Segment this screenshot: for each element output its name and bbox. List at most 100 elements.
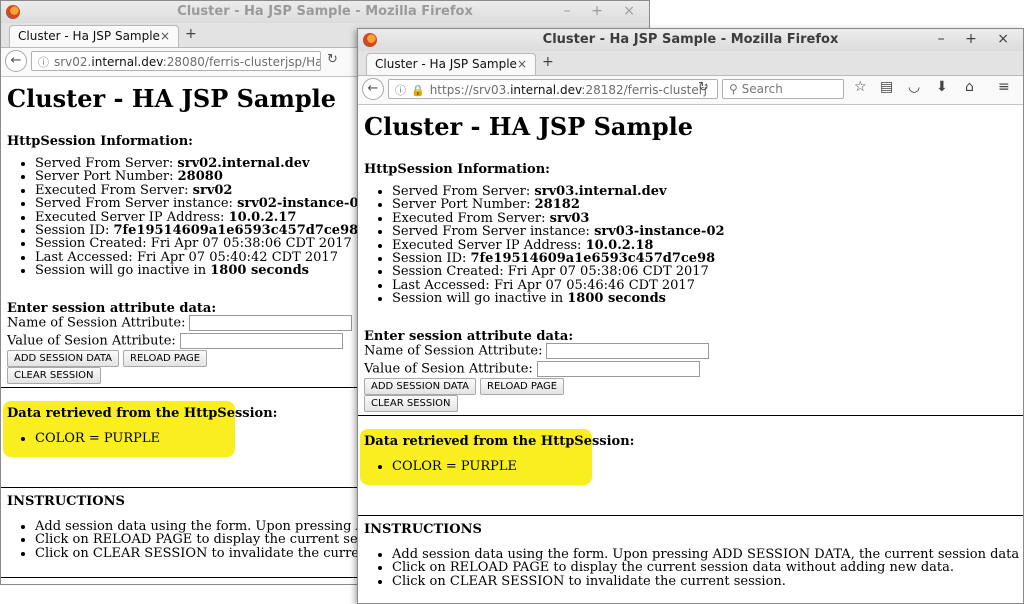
reload-icon[interactable]: ↻ (698, 80, 709, 95)
name-row: Name of Session Attribute: (364, 343, 710, 359)
back-icon[interactable]: ← (362, 78, 384, 100)
bookmark-star-icon[interactable]: ☆ (854, 79, 867, 95)
name-row: Name of Session Attribute: (7, 315, 353, 331)
home-icon[interactable]: ⌂ (965, 79, 974, 95)
info-icon: ⓘ (395, 84, 406, 97)
info-served-from: Served From Server: srv03.internal.dev (392, 185, 725, 198)
retrieved-list: COLOR = PURPLE (7, 432, 160, 446)
tab-cluster-sample[interactable]: Cluster - Ha JSP Sample × (366, 53, 536, 75)
tab-close-icon[interactable]: × (160, 29, 170, 43)
url-prefix: https://srv03. (429, 83, 511, 97)
tab-label: Cluster - Ha JSP Sample (18, 29, 160, 43)
url-rest: :28080/ferris-clusterjsp/HaJs (162, 55, 321, 69)
info-created: Session Created: Fri Apr 07 05:38:06 CDT… (35, 237, 368, 250)
attribute-name-input[interactable] (546, 343, 710, 359)
attribute-value-input[interactable] (536, 361, 700, 377)
reload-icon[interactable]: ↻ (327, 52, 338, 67)
info-ip: Executed Server IP Address: 10.0.2.17 (35, 210, 368, 224)
window-titlebar[interactable]: Cluster - Ha JSP Sample - Mozilla Firefo… (1, 1, 649, 23)
add-session-data-button[interactable]: ADD SESSION DATA (7, 350, 120, 368)
clear-row: CLEAR SESSION (364, 395, 462, 413)
url-prefix: srv02. (54, 55, 92, 69)
info-created: Session Created: Fri Apr 07 05:38:06 CDT… (392, 265, 725, 278)
retrieved-heading: Data retrieved from the HttpSession: (7, 406, 278, 421)
info-session-id: Session ID: 7fe19514609a1e6593c457d7ce98 (392, 252, 725, 265)
instructions-heading: INSTRUCTIONS (7, 494, 125, 509)
search-placeholder: Search (741, 82, 783, 96)
retrieved-heading: Data retrieved from the HttpSession: (364, 434, 635, 449)
download-icon[interactable]: ⬇ (936, 79, 948, 95)
value-label: Value of Sesion Attribute: (7, 333, 176, 349)
name-label: Name of Session Attribute: (364, 343, 543, 359)
info-executed-from: Executed From Server: srv02 (35, 184, 368, 197)
instructions-list: Add session data using the form. Upon pr… (364, 548, 1023, 589)
value-row: Value of Sesion Attribute: (7, 333, 343, 349)
session-info-list: Served From Server: srv03.internal.dev S… (364, 185, 725, 306)
instructions-heading: INSTRUCTIONS (364, 522, 482, 537)
divider (358, 415, 1023, 416)
pocket-icon[interactable]: ◡ (908, 79, 920, 95)
new-tab-icon[interactable]: + (185, 26, 197, 42)
navigation-bar: ← ⓘ 🔒 https://srv03.internal.dev:28182/fer… (358, 76, 1023, 105)
form-heading: Enter session attribute data: (7, 301, 217, 316)
info-port: Server Port Number: 28080 (35, 170, 368, 183)
value-label: Value of Sesion Attribute: (364, 361, 533, 377)
search-icon: ⚲ (729, 82, 738, 96)
tab-label: Cluster - Ha JSP Sample (375, 57, 517, 71)
info-instance: Served From Server instance: srv03-insta… (392, 225, 725, 238)
info-inactive: Session will go inactive in 1800 seconds (392, 292, 725, 305)
add-session-data-button[interactable]: ADD SESSION DATA (364, 378, 477, 396)
url-bar[interactable]: ⓘ srv02.internal.dev:28080/ferris-cluster… (31, 51, 321, 71)
search-input[interactable]: ⚲ Search (722, 79, 844, 99)
lock-icon: 🔒 (411, 84, 425, 97)
tab-bar: Cluster - Ha JSP Sample × + (358, 51, 1023, 76)
info-ip: Executed Server IP Address: 10.0.2.18 (392, 238, 725, 252)
window-titlebar[interactable]: Cluster - Ha JSP Sample - Mozilla Firefo… (358, 29, 1023, 51)
value-row: Value of Sesion Attribute: (364, 361, 700, 377)
clear-session-button[interactable]: CLEAR SESSION (7, 367, 101, 385)
attribute-value-input[interactable] (179, 333, 343, 349)
info-port: Server Port Number: 28182 (392, 198, 725, 211)
info-last-accessed: Last Accessed: Fri Apr 07 05:46:46 CDT 2… (392, 279, 725, 292)
reload-page-button[interactable]: RELOAD PAGE (480, 378, 565, 396)
instruction-item: Click on CLEAR SESSION to invalidate the… (392, 574, 1023, 588)
button-row: ADD SESSION DATA RELOAD PAGE (7, 350, 211, 368)
url-host: internal.dev (91, 55, 163, 69)
back-icon[interactable]: ← (5, 50, 27, 72)
new-tab-icon[interactable]: + (542, 54, 554, 70)
session-info-heading: HttpSession Information: (7, 134, 193, 149)
tab-close-icon[interactable]: × (517, 57, 527, 71)
retrieved-item: COLOR = PURPLE (35, 432, 160, 446)
info-session-id: Session ID: 7fe19514609a1e6593c457d7ce98 (35, 224, 368, 237)
divider (358, 515, 1023, 516)
clear-row: CLEAR SESSION (7, 367, 105, 385)
window-controls[interactable]: – + × (564, 3, 643, 19)
info-last-accessed: Last Accessed: Fri Apr 07 05:40:42 CDT 2… (35, 251, 368, 264)
reload-page-button[interactable]: RELOAD PAGE (123, 350, 208, 368)
form-heading: Enter session attribute data: (364, 329, 574, 344)
url-host: internal.dev (510, 83, 582, 97)
name-label: Name of Session Attribute: (7, 315, 186, 331)
url-rest: :28182/ferris-clusterj (581, 83, 707, 97)
window-title: Cluster - Ha JSP Sample - Mozilla Firefo… (542, 32, 839, 47)
instruction-item: Click on RELOAD PAGE to display the curr… (392, 561, 1023, 575)
retrieved-item: COLOR = PURPLE (392, 460, 517, 474)
page-title: Cluster - HA JSP Sample (364, 112, 694, 141)
instruction-item: Add session data using the form. Upon pr… (392, 548, 1023, 562)
window-controls[interactable]: – + × (938, 31, 1017, 47)
menu-icon[interactable]: ≡ (998, 79, 1010, 95)
page-title: Cluster - HA JSP Sample (7, 84, 337, 113)
info-executed-from: Executed From Server: srv03 (392, 212, 725, 225)
info-served-from: Served From Server: srv02.internal.dev (35, 157, 368, 170)
reading-list-icon[interactable]: ▤ (880, 79, 893, 95)
window-title: Cluster - Ha JSP Sample - Mozilla Firefo… (177, 4, 473, 19)
page-content: Cluster - HA JSP Sample HttpSession Info… (358, 105, 1023, 603)
clear-session-button[interactable]: CLEAR SESSION (364, 395, 458, 413)
info-icon: ⓘ (38, 56, 49, 69)
retrieved-list: COLOR = PURPLE (364, 460, 517, 474)
attribute-name-input[interactable] (189, 315, 353, 331)
url-bar[interactable]: ⓘ 🔒 https://srv03.internal.dev:28182/ferri… (388, 79, 718, 99)
info-instance: Served From Server instance: srv02-insta… (35, 197, 368, 210)
tab-cluster-sample[interactable]: Cluster - Ha JSP Sample × (9, 25, 179, 47)
button-row: ADD SESSION DATA RELOAD PAGE (364, 378, 568, 396)
